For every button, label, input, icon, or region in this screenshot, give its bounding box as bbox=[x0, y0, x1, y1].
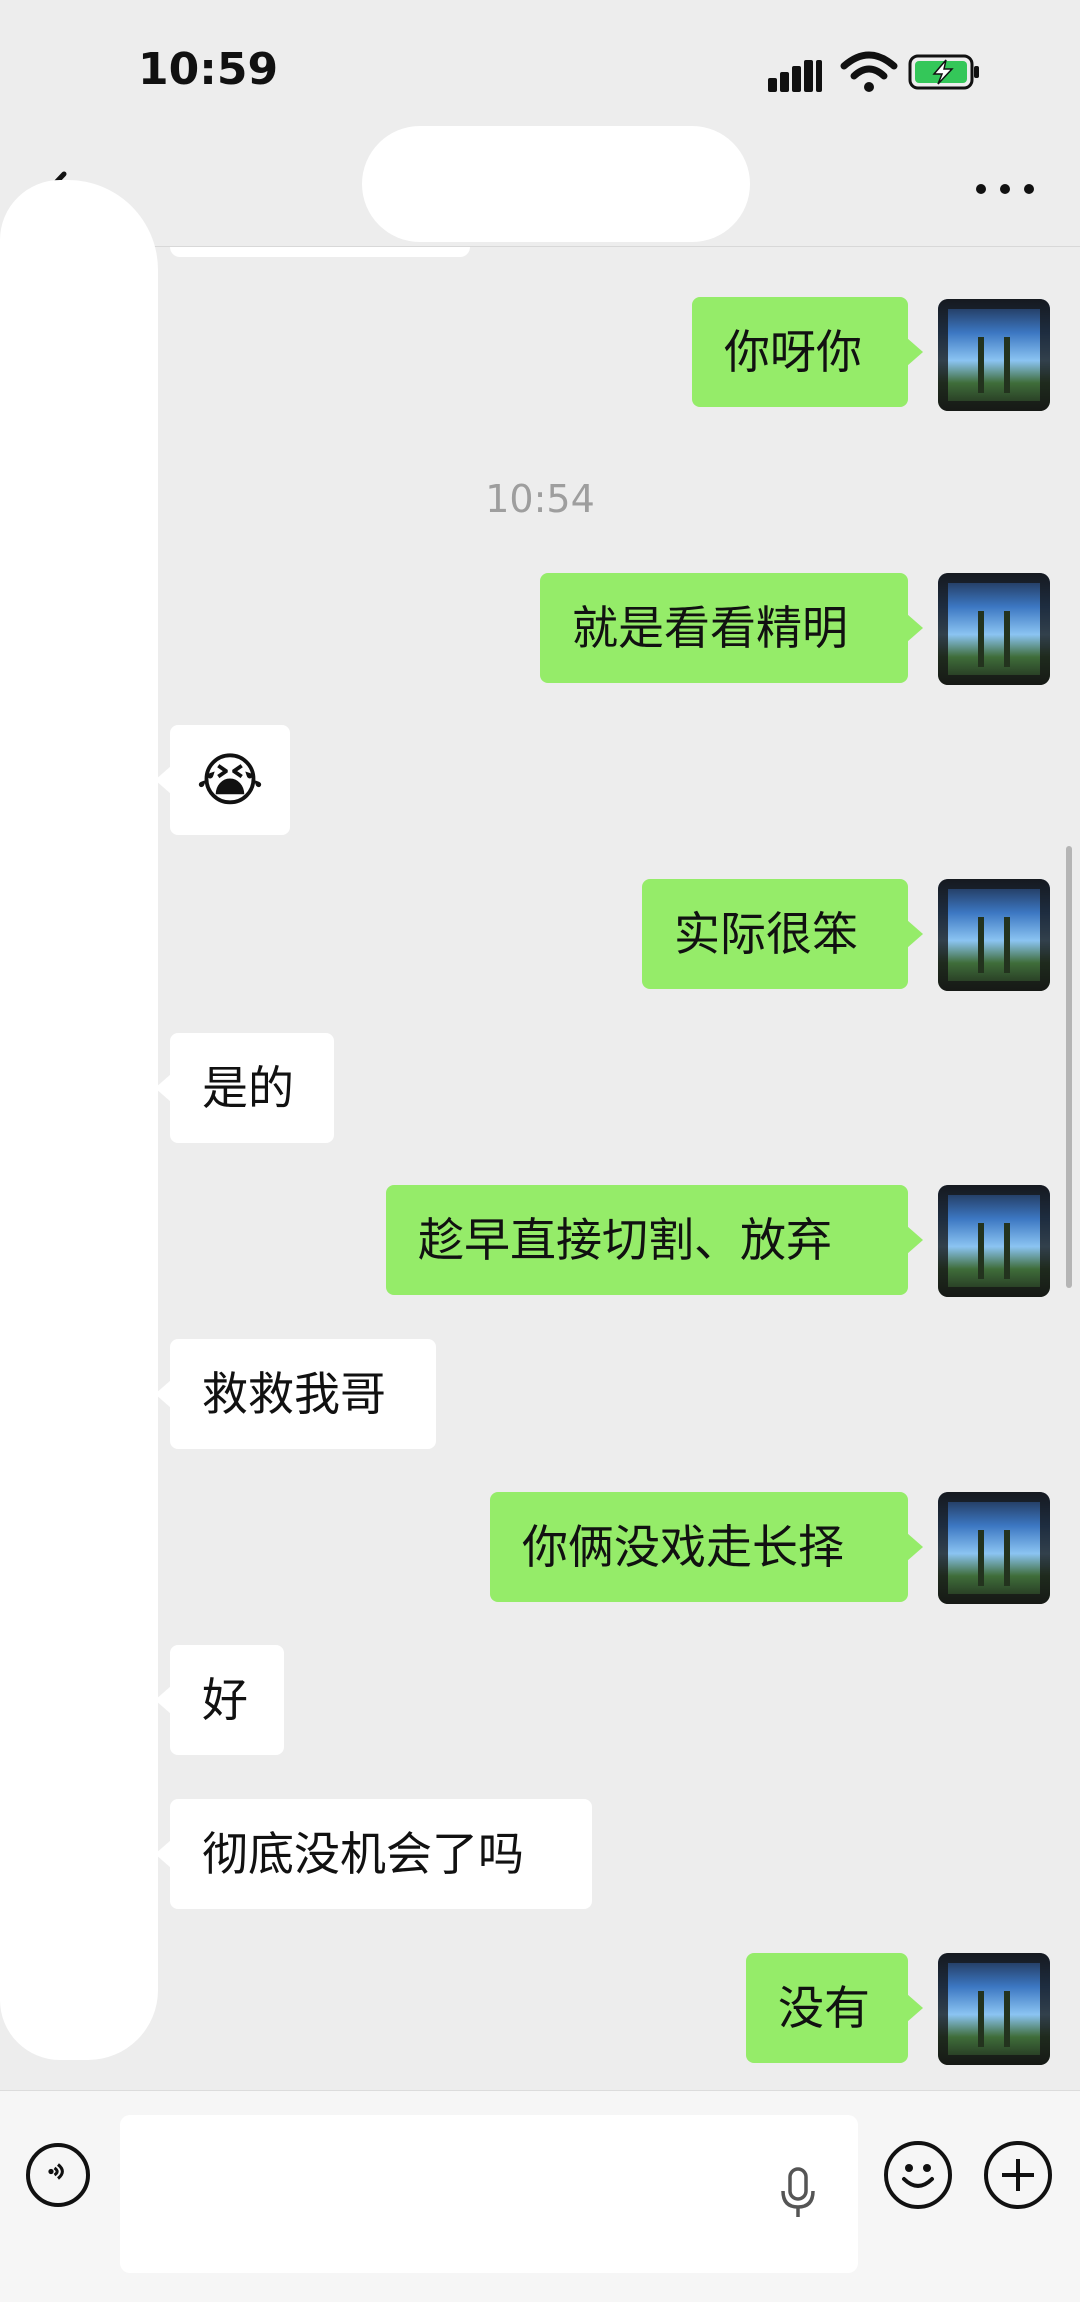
message-text: 趁早直接切割、放弃 bbox=[418, 1213, 832, 1267]
message-bubble-sent[interactable]: 实际很笨 bbox=[642, 879, 908, 989]
avatar[interactable] bbox=[938, 1492, 1050, 1604]
redaction-mark bbox=[0, 180, 158, 2060]
avatar[interactable] bbox=[938, 1953, 1050, 2065]
message-bubble-sent[interactable]: 没有 bbox=[746, 1953, 908, 2063]
avatar[interactable] bbox=[938, 879, 1050, 991]
message-bubble-sent[interactable]: 就是看看精明 bbox=[540, 573, 908, 683]
message-bubble-sent[interactable]: 趁早直接切割、放弃 bbox=[386, 1185, 908, 1295]
message-text: 彻底没机会了吗 bbox=[202, 1827, 524, 1881]
message-bubble-received[interactable]: 是的 bbox=[170, 1033, 334, 1143]
bubble-tail bbox=[907, 614, 923, 642]
message-text: 是的 bbox=[202, 1061, 294, 1115]
battery-charging-icon bbox=[908, 54, 979, 90]
message-bubble-received[interactable]: 彻底没机会了吗 bbox=[170, 1799, 592, 1909]
crying-emoji: 😭 bbox=[196, 746, 264, 814]
bubble-tail bbox=[907, 1994, 923, 2022]
status-bar: 10:59 bbox=[0, 0, 1080, 140]
redacted-contact-name bbox=[362, 126, 750, 242]
bubble-tail bbox=[907, 920, 923, 948]
avatar[interactable] bbox=[938, 1185, 1050, 1297]
wifi-icon bbox=[840, 51, 898, 92]
scrollbar[interactable] bbox=[1066, 846, 1072, 1288]
message-text: 好 bbox=[202, 1673, 248, 1727]
message-composer bbox=[0, 2090, 1080, 2302]
bubble-tail bbox=[907, 1226, 923, 1254]
redaction-mark bbox=[170, 247, 470, 257]
message-text: 就是看看精明 bbox=[572, 601, 848, 655]
emoji-icon[interactable] bbox=[884, 2141, 952, 2209]
message-text: 你呀你 bbox=[724, 325, 862, 379]
plus-icon[interactable] bbox=[984, 2141, 1052, 2209]
message-bubble-sent[interactable]: 你呀你 bbox=[692, 297, 908, 407]
message-text: 救救我哥 bbox=[202, 1367, 386, 1421]
bubble-tail bbox=[907, 1533, 923, 1561]
message-bubble-received[interactable]: 😭 bbox=[170, 725, 290, 835]
signal-icon bbox=[768, 58, 824, 92]
more-dots-icon[interactable] bbox=[976, 180, 1036, 200]
message-bubble-sent[interactable]: 你俩没戏走长择 bbox=[490, 1492, 908, 1602]
chat-message-list[interactable]: 你呀你 10:54 就是看看精明 😭 实际很笨 是的 趁早直接切割、放弃 救救我… bbox=[0, 247, 1080, 2089]
voice-icon[interactable] bbox=[26, 2143, 90, 2207]
message-bubble-received[interactable]: 救救我哥 bbox=[170, 1339, 436, 1449]
microphone-icon[interactable] bbox=[778, 2165, 818, 2221]
message-text: 实际很笨 bbox=[674, 907, 858, 961]
bubble-tail bbox=[907, 338, 923, 366]
message-text: 没有 bbox=[778, 1981, 870, 2035]
status-time: 10:59 bbox=[138, 44, 279, 95]
avatar[interactable] bbox=[938, 299, 1050, 411]
message-text: 你俩没戏走长择 bbox=[522, 1520, 844, 1574]
avatar[interactable] bbox=[938, 573, 1050, 685]
timestamp: 10:54 bbox=[485, 477, 595, 521]
message-input[interactable] bbox=[120, 2115, 858, 2273]
message-bubble-received[interactable]: 好 bbox=[170, 1645, 284, 1755]
